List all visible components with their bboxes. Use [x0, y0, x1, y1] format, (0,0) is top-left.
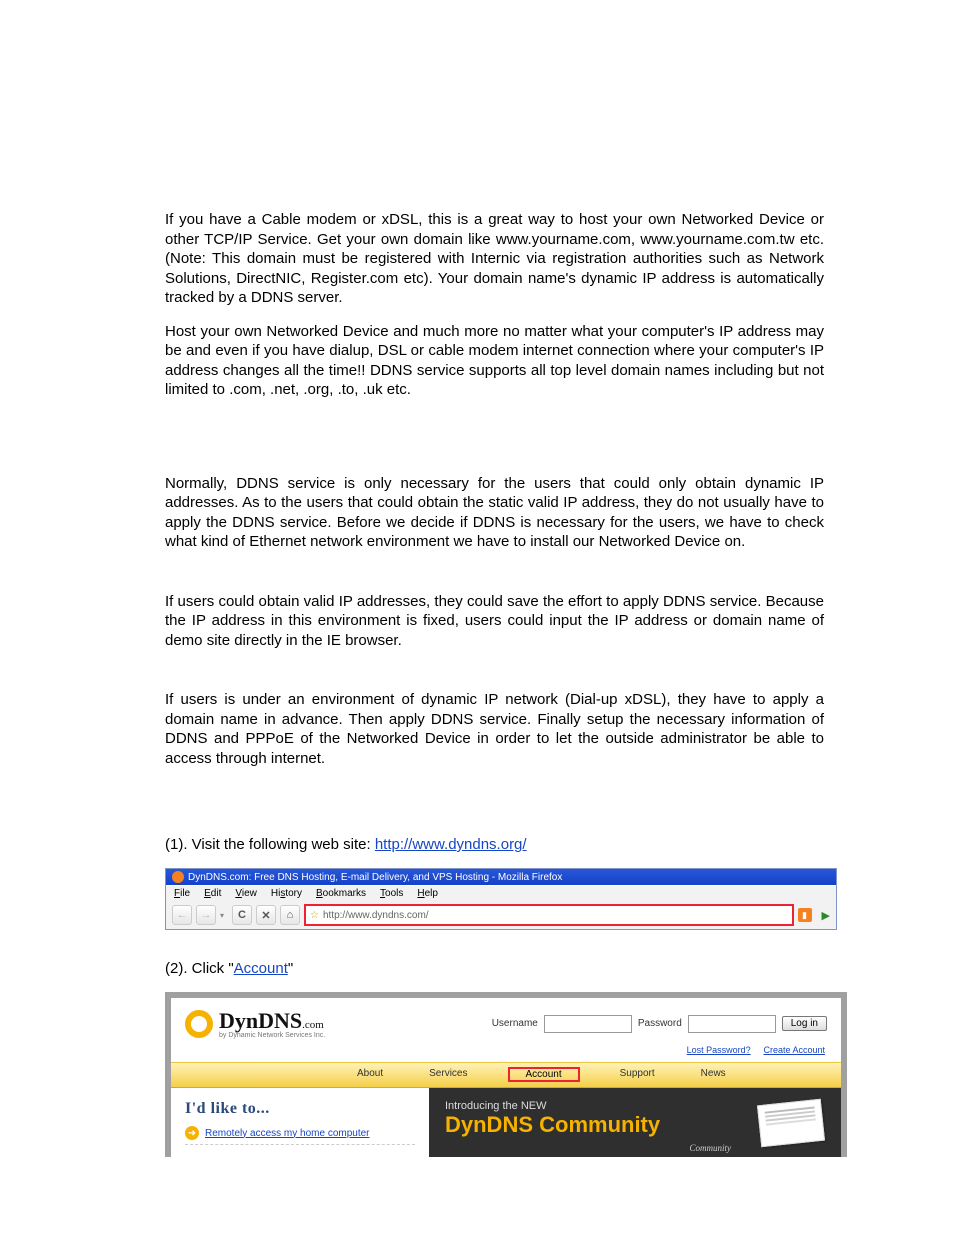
list-item: ➜ Remotely access my home computer	[185, 1126, 415, 1145]
dyndns-header: DynDNS.com by Dynamic Network Services I…	[171, 998, 841, 1045]
go-button[interactable]: ▶	[822, 909, 830, 922]
remote-access-link[interactable]: Remotely access my home computer	[205, 1128, 370, 1139]
step-2-post: "	[288, 960, 293, 977]
lost-password-link[interactable]: Lost Password?	[687, 1045, 751, 1055]
arrow-icon: ➜	[185, 1126, 199, 1140]
menu-history[interactable]: History	[271, 888, 302, 899]
paragraph-3: Normally, DDNS service is only necessary…	[165, 474, 824, 552]
menu-help[interactable]: Help	[417, 888, 438, 899]
bookmark-star-icon[interactable]: ☆	[310, 910, 319, 921]
nav-services[interactable]: Services	[423, 1067, 473, 1082]
logo-text-main: DynDNS	[219, 1008, 302, 1033]
paragraph-4: If users could obtain valid IP addresses…	[165, 592, 824, 651]
login-button[interactable]: Log in	[782, 1016, 827, 1031]
left-panel: I'd like to... ➜ Remotely access my home…	[171, 1088, 429, 1157]
dyndns-logo-icon	[185, 1010, 213, 1038]
account-link[interactable]: Account	[234, 960, 288, 977]
firefox-window: DynDNS.com: Free DNS Hosting, E-mail Del…	[165, 868, 837, 930]
paragraph-5: If users is under an environment of dyna…	[165, 690, 824, 768]
logo-text-suffix: .com	[302, 1019, 324, 1031]
header-links: Lost Password? Create Account	[171, 1045, 841, 1062]
nav-support[interactable]: Support	[614, 1067, 661, 1082]
menu-file[interactable]: File	[174, 888, 190, 899]
password-input[interactable]	[688, 1015, 776, 1033]
address-bar[interactable]: ☆ http://www.dyndns.com/	[304, 904, 794, 926]
firefox-title-text: DynDNS.com: Free DNS Hosting, E-mail Del…	[188, 872, 562, 883]
firefox-icon	[172, 871, 184, 883]
address-url: http://www.dyndns.com/	[323, 910, 429, 921]
right-panel: Introducing the NEW DynDNS Community Com…	[429, 1088, 841, 1157]
step-1: (1). Visit the following web site: http:…	[165, 836, 824, 853]
paragraph-2: Host your own Networked Device and much …	[165, 322, 824, 400]
nav-about[interactable]: About	[351, 1067, 389, 1082]
firefox-toolbar: ← → ▾ C ✕ ⌂ ☆ http://www.dyndns.com/ ▮ ▶	[166, 901, 836, 929]
login-form: Username Password Log in	[492, 1015, 827, 1033]
step-1-text: (1). Visit the following web site:	[165, 836, 375, 853]
dyndns-body: I'd like to... ➜ Remotely access my home…	[171, 1088, 841, 1157]
create-account-link[interactable]: Create Account	[763, 1045, 825, 1055]
reload-button[interactable]: C	[232, 905, 252, 925]
menu-view[interactable]: View	[235, 888, 257, 899]
firefox-titlebar: DynDNS.com: Free DNS Hosting, E-mail Del…	[166, 869, 836, 885]
step-2: (2). Click "Account"	[165, 960, 824, 977]
left-heading: I'd like to...	[185, 1100, 415, 1118]
firefox-menubar: File Edit View History Bookmarks Tools H…	[166, 885, 836, 901]
menu-edit[interactable]: Edit	[204, 888, 221, 899]
history-dropdown-icon[interactable]: ▾	[220, 911, 228, 920]
dyndns-logo[interactable]: DynDNS.com by Dynamic Network Services I…	[185, 1008, 325, 1039]
username-label: Username	[492, 1018, 538, 1029]
rss-icon[interactable]: ▮	[798, 908, 812, 922]
username-input[interactable]	[544, 1015, 632, 1033]
nav-account[interactable]: Account	[508, 1067, 580, 1082]
nav-news[interactable]: News	[695, 1067, 732, 1082]
menu-tools[interactable]: Tools	[380, 888, 403, 899]
password-label: Password	[638, 1018, 682, 1029]
forward-button[interactable]: →	[196, 905, 216, 925]
dyndns-link[interactable]: http://www.dyndns.org/	[375, 836, 527, 853]
scribble-text: Community	[690, 1143, 732, 1153]
step-2-pre: (2). Click "	[165, 960, 234, 977]
main-nav: About Services Account Support News	[171, 1062, 841, 1088]
home-button[interactable]: ⌂	[280, 905, 300, 925]
paper-graphic	[757, 1099, 825, 1147]
paragraph-1: If you have a Cable modem or xDSL, this …	[165, 210, 824, 308]
dyndns-page: DynDNS.com by Dynamic Network Services I…	[165, 992, 847, 1157]
stop-button[interactable]: ✕	[256, 905, 276, 925]
back-button[interactable]: ←	[172, 905, 192, 925]
menu-bookmarks[interactable]: Bookmarks	[316, 888, 366, 899]
logo-subtext: by Dynamic Network Services Inc.	[219, 1032, 325, 1039]
